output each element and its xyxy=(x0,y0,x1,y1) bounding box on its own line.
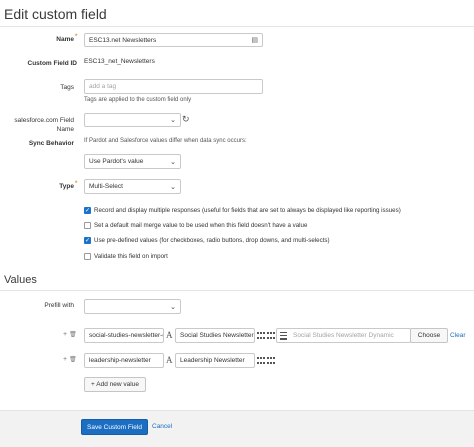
choose-button[interactable]: Choose xyxy=(410,328,448,343)
sync-behavior-help: If Pardot and Salesforce values differ w… xyxy=(84,138,247,144)
label-input-text: Social Studies Newsletter xyxy=(180,332,254,339)
label-input-text: Leadership Newsletter xyxy=(180,357,245,364)
values-section-title: Values xyxy=(4,274,37,286)
checkbox-checked[interactable]: ✓ xyxy=(84,207,91,214)
checkbox-label: Record and display multiple responses (u… xyxy=(94,207,401,214)
name-input[interactable]: ESC13.net Newsletters ▤ xyxy=(84,33,263,47)
sync-behavior-value: Use Pardot's value xyxy=(89,158,144,165)
field-lookup-icon[interactable]: ▤ xyxy=(251,36,258,44)
checkbox-label: Use pre-defined values (for checkboxes, … xyxy=(94,237,330,244)
type-label: Type xyxy=(59,183,74,190)
tags-label: Tags xyxy=(60,84,74,91)
checkbox-row-validate-import[interactable]: Validate this field on import xyxy=(84,253,168,260)
page-title: Edit custom field xyxy=(4,6,107,22)
grid-icon[interactable] xyxy=(267,332,276,340)
chevron-down-icon: ⌄ xyxy=(170,117,176,124)
label-input[interactable]: Social Studies Newsletter xyxy=(175,328,255,343)
label-input[interactable]: Leadership Newsletter xyxy=(175,353,255,368)
font-icon[interactable]: A xyxy=(166,355,173,365)
checkbox-unchecked[interactable] xyxy=(84,222,91,229)
sync-behavior-select[interactable]: Use Pardot's value ⌄ xyxy=(84,154,181,169)
add-row-icon[interactable]: + xyxy=(63,331,67,338)
name-label: Name xyxy=(56,36,74,43)
chevron-down-icon: ⌄ xyxy=(170,183,176,191)
required-marker: * xyxy=(75,34,78,40)
values-divider xyxy=(0,290,474,291)
checkbox-label: Validate this field on import xyxy=(94,253,168,260)
value-input-text: social-studies-newsletter-d xyxy=(89,332,164,339)
checkbox-unchecked[interactable] xyxy=(84,253,91,260)
list-icon xyxy=(280,331,287,340)
clear-link[interactable]: Clear xyxy=(450,332,466,339)
trash-icon[interactable]: 🗑 xyxy=(69,356,77,363)
cancel-link[interactable]: Cancel xyxy=(152,423,172,430)
trash-icon[interactable]: 🗑 xyxy=(69,331,77,338)
salesforce-field-label-line1: salesforce.com Field xyxy=(14,117,74,124)
custom-field-id-value: ESC13_net_Newsletters xyxy=(84,58,155,65)
salesforce-field-label: salesforce.com Field Name xyxy=(8,116,74,134)
salesforce-field-select[interactable]: ⌄ xyxy=(84,113,181,127)
sync-behavior-label: Sync Behavior xyxy=(28,140,74,147)
title-divider xyxy=(0,26,474,27)
list-selector-input[interactable]: Social Studies Newsletter Dynamic xyxy=(276,328,411,343)
checkbox-row-multiple-responses[interactable]: ✓ Record and display multiple responses … xyxy=(84,207,401,214)
checkbox-checked[interactable]: ✓ xyxy=(84,237,91,244)
value-row-actions: + 🗑 xyxy=(63,356,77,363)
sync-icon[interactable]: ↻ xyxy=(182,114,190,125)
tags-help-text: Tags are applied to the custom field onl… xyxy=(84,97,192,103)
checkbox-label: Set a default mail merge value to be use… xyxy=(94,222,308,229)
type-select[interactable]: Multi-Select ⌄ xyxy=(84,179,181,194)
prefill-select[interactable]: ⌄ xyxy=(84,299,181,314)
tags-placeholder: add a tag xyxy=(89,83,117,90)
value-input[interactable]: social-studies-newsletter-d xyxy=(84,328,164,343)
checkbox-row-default-mail-merge[interactable]: Set a default mail merge value to be use… xyxy=(84,222,307,229)
chevron-down-icon: ⌄ xyxy=(170,303,176,311)
save-custom-field-button[interactable]: Save Custom Field xyxy=(81,419,148,435)
required-marker: * xyxy=(75,181,78,187)
custom-field-id-label: Custom Field ID xyxy=(27,60,77,67)
grid-icon[interactable] xyxy=(267,357,276,365)
form-footer xyxy=(0,410,474,447)
prefill-label: Prefill with xyxy=(44,302,74,309)
name-input-value: ESC13.net Newsletters xyxy=(89,36,157,44)
grid-icon[interactable] xyxy=(257,332,266,340)
type-value: Multi-Select xyxy=(89,183,123,190)
salesforce-field-label-line2: Name xyxy=(56,126,74,133)
grid-icon[interactable] xyxy=(257,357,266,365)
tags-input[interactable]: add a tag xyxy=(84,79,263,94)
add-new-value-button[interactable]: + Add new value xyxy=(84,377,146,392)
value-input-text: leadership-newsletter xyxy=(89,357,151,364)
add-row-icon[interactable]: + xyxy=(63,356,67,363)
value-input[interactable]: leadership-newsletter xyxy=(84,353,164,368)
font-icon[interactable]: A xyxy=(166,330,173,340)
checkbox-row-predefined-values[interactable]: ✓ Use pre-defined values (for checkboxes… xyxy=(84,237,330,244)
list-selector-placeholder: Social Studies Newsletter Dynamic xyxy=(293,332,394,339)
chevron-down-icon: ⌄ xyxy=(170,158,176,166)
value-row-actions: + 🗑 xyxy=(63,331,77,338)
